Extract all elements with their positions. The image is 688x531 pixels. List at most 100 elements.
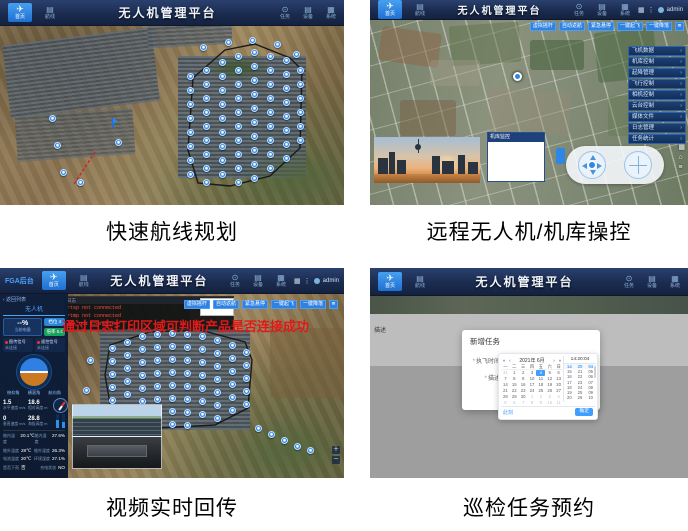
nav-routes[interactable]: ▤航线 — [415, 3, 425, 17]
env-label: 电池温度 — [3, 456, 19, 462]
zoom-in-icon[interactable]: ＋ — [332, 446, 340, 454]
arrow-down-icon[interactable] — [590, 170, 596, 175]
battery-status: --% 当前电量 — [3, 318, 42, 336]
menu-item[interactable]: 任务统计› — [628, 134, 686, 144]
waypoint-marker — [203, 123, 210, 130]
env-value: 20℃ — [21, 456, 31, 462]
zoom-out-icon[interactable]: － — [332, 456, 340, 464]
waypoint-marker — [235, 179, 242, 186]
nav-devices[interactable]: ▤设备 — [647, 275, 657, 289]
waypoint-marker — [199, 385, 206, 392]
map-action-button[interactable]: 一键降落 — [646, 22, 672, 31]
waypoint-marker — [229, 394, 236, 401]
back-link[interactable]: ‹ 返回列表 — [3, 296, 65, 303]
nav-devices[interactable]: ▤设备 — [303, 6, 313, 20]
nav-tasks[interactable]: ⊙任务 — [280, 6, 290, 20]
video-feed-aerial[interactable] — [72, 404, 162, 437]
more-button[interactable]: ≣ — [329, 300, 338, 309]
time-option[interactable]: 10 — [585, 395, 596, 400]
nav-routes[interactable]: ▤航线 — [45, 6, 55, 20]
waypoint-marker — [139, 359, 146, 366]
nav-home[interactable]: ✈首页 — [378, 0, 402, 19]
joystick-tab[interactable] — [556, 148, 565, 164]
menu-item[interactable]: 起降管理› — [628, 68, 686, 78]
waypoint-marker — [154, 383, 161, 390]
nav-home[interactable]: ✈首页 — [378, 272, 402, 291]
user-menu[interactable]: ▦⋮admin — [294, 277, 339, 285]
caption-route-planning: 快速航线规划 — [0, 216, 344, 246]
waypoint-marker — [219, 115, 226, 122]
time-option[interactable]: 26 — [575, 395, 586, 400]
nav-label: 任务 — [574, 12, 584, 17]
confirm-button[interactable]: 确定 — [575, 408, 593, 416]
env-value: NO — [58, 465, 65, 470]
nav-system[interactable]: ▦系统 — [670, 275, 680, 289]
waypoint-marker — [235, 81, 242, 88]
menu-item[interactable]: 飞机数据› — [628, 46, 686, 56]
direction-joystick[interactable] — [578, 151, 606, 179]
map-action-button[interactable]: 自动返航 — [559, 22, 585, 31]
video-feed-hangar[interactable] — [72, 437, 162, 469]
chevron-right-icon: › — [680, 58, 682, 66]
nav-tasks[interactable]: ⊙任务 — [574, 3, 584, 17]
nav-system[interactable]: ▦系统 — [276, 274, 286, 288]
home-icon[interactable]: ⌂ — [678, 154, 685, 161]
time-option[interactable]: 20 — [564, 395, 575, 400]
map-action-button[interactable]: 虚拟摇杆 — [530, 22, 556, 31]
nav-routes[interactable]: ▤航线 — [415, 275, 425, 289]
arrow-up-icon[interactable] — [590, 155, 596, 160]
nav-left: ✈首页 ▤航线 — [378, 0, 425, 19]
now-link[interactable]: 此刻 — [503, 409, 513, 416]
waypoint-marker — [243, 349, 250, 356]
env-pair: 舱外温度28℃ — [3, 448, 31, 454]
joystick-center[interactable] — [588, 161, 596, 169]
map-action-button[interactable]: 紧急悬停 — [242, 300, 268, 309]
nav-devices[interactable]: ▤设备 — [597, 3, 607, 17]
map-action-button[interactable]: 一键降落 — [300, 300, 326, 309]
waypoint-marker — [235, 67, 242, 74]
nav-routes[interactable]: ▤航线 — [79, 274, 89, 288]
stat-cell: 28.8海拔高度 m — [28, 416, 51, 427]
nav-home[interactable]: ✈首页 — [8, 3, 32, 22]
waypoint-marker — [203, 95, 210, 102]
waypoint-marker — [255, 425, 262, 432]
waypoint-marker — [169, 343, 176, 350]
map-action-button[interactable]: 一键起飞 — [271, 300, 297, 309]
chevron-right-icon: › — [680, 91, 682, 99]
scrollbar[interactable] — [594, 366, 596, 378]
nav-devices[interactable]: ▤设备 — [253, 274, 263, 288]
menu-item[interactable]: 云台控制› — [628, 101, 686, 111]
nav-tasks[interactable]: ⊙任务 — [230, 274, 240, 288]
layers-icon: ▦ — [621, 3, 629, 11]
map-action-button[interactable]: 一键起飞 — [617, 22, 643, 31]
map-action-button[interactable]: 自动返航 — [213, 300, 239, 309]
menu-item[interactable]: 日志管理› — [628, 123, 686, 133]
list-icon[interactable]: ≡ — [678, 164, 685, 171]
hangar-monitor-window[interactable]: 机库监控 — [487, 132, 545, 182]
waypoint-marker — [169, 382, 176, 389]
nav-system[interactable]: ▦系统 — [620, 3, 630, 17]
layers-icon[interactable]: ▦ — [678, 144, 685, 151]
drone-camera-video[interactable] — [374, 137, 480, 183]
signal-status: 图传信号未连接 — [3, 338, 33, 352]
minute-column: 20212223242526 — [575, 364, 586, 401]
tab-drone[interactable]: 无人机 — [3, 303, 65, 316]
nav-home[interactable]: ✈首页 — [42, 271, 66, 290]
menu-item[interactable]: 相机控制› — [628, 90, 686, 100]
more-button[interactable]: ≣ — [675, 22, 684, 31]
waypoint-marker — [124, 352, 131, 359]
menu-item[interactable]: 机库控制› — [628, 57, 686, 67]
user-menu[interactable]: ▦⋮admin — [638, 6, 683, 14]
menu-item[interactable]: 媒体文件› — [628, 112, 686, 122]
nav-system[interactable]: ▦系统 — [326, 6, 336, 20]
compass — [53, 398, 68, 413]
arrow-right-icon[interactable] — [597, 163, 602, 169]
arrow-left-icon[interactable] — [582, 163, 587, 169]
nav-tasks[interactable]: ⊙任务 — [624, 275, 634, 289]
required-mark: * — [473, 359, 475, 365]
flight-stats: 1.5水平速度 m/s18.6相对高度 m0垂直速度 m/s28.8海拔高度 m — [3, 398, 65, 428]
menu-item[interactable]: 飞行控制› — [628, 79, 686, 89]
gimbal-joystick[interactable] — [624, 151, 652, 179]
map-action-button[interactable]: 紧急悬停 — [588, 22, 614, 31]
map-action-button[interactable]: 虚拟摇杆 — [184, 300, 210, 309]
